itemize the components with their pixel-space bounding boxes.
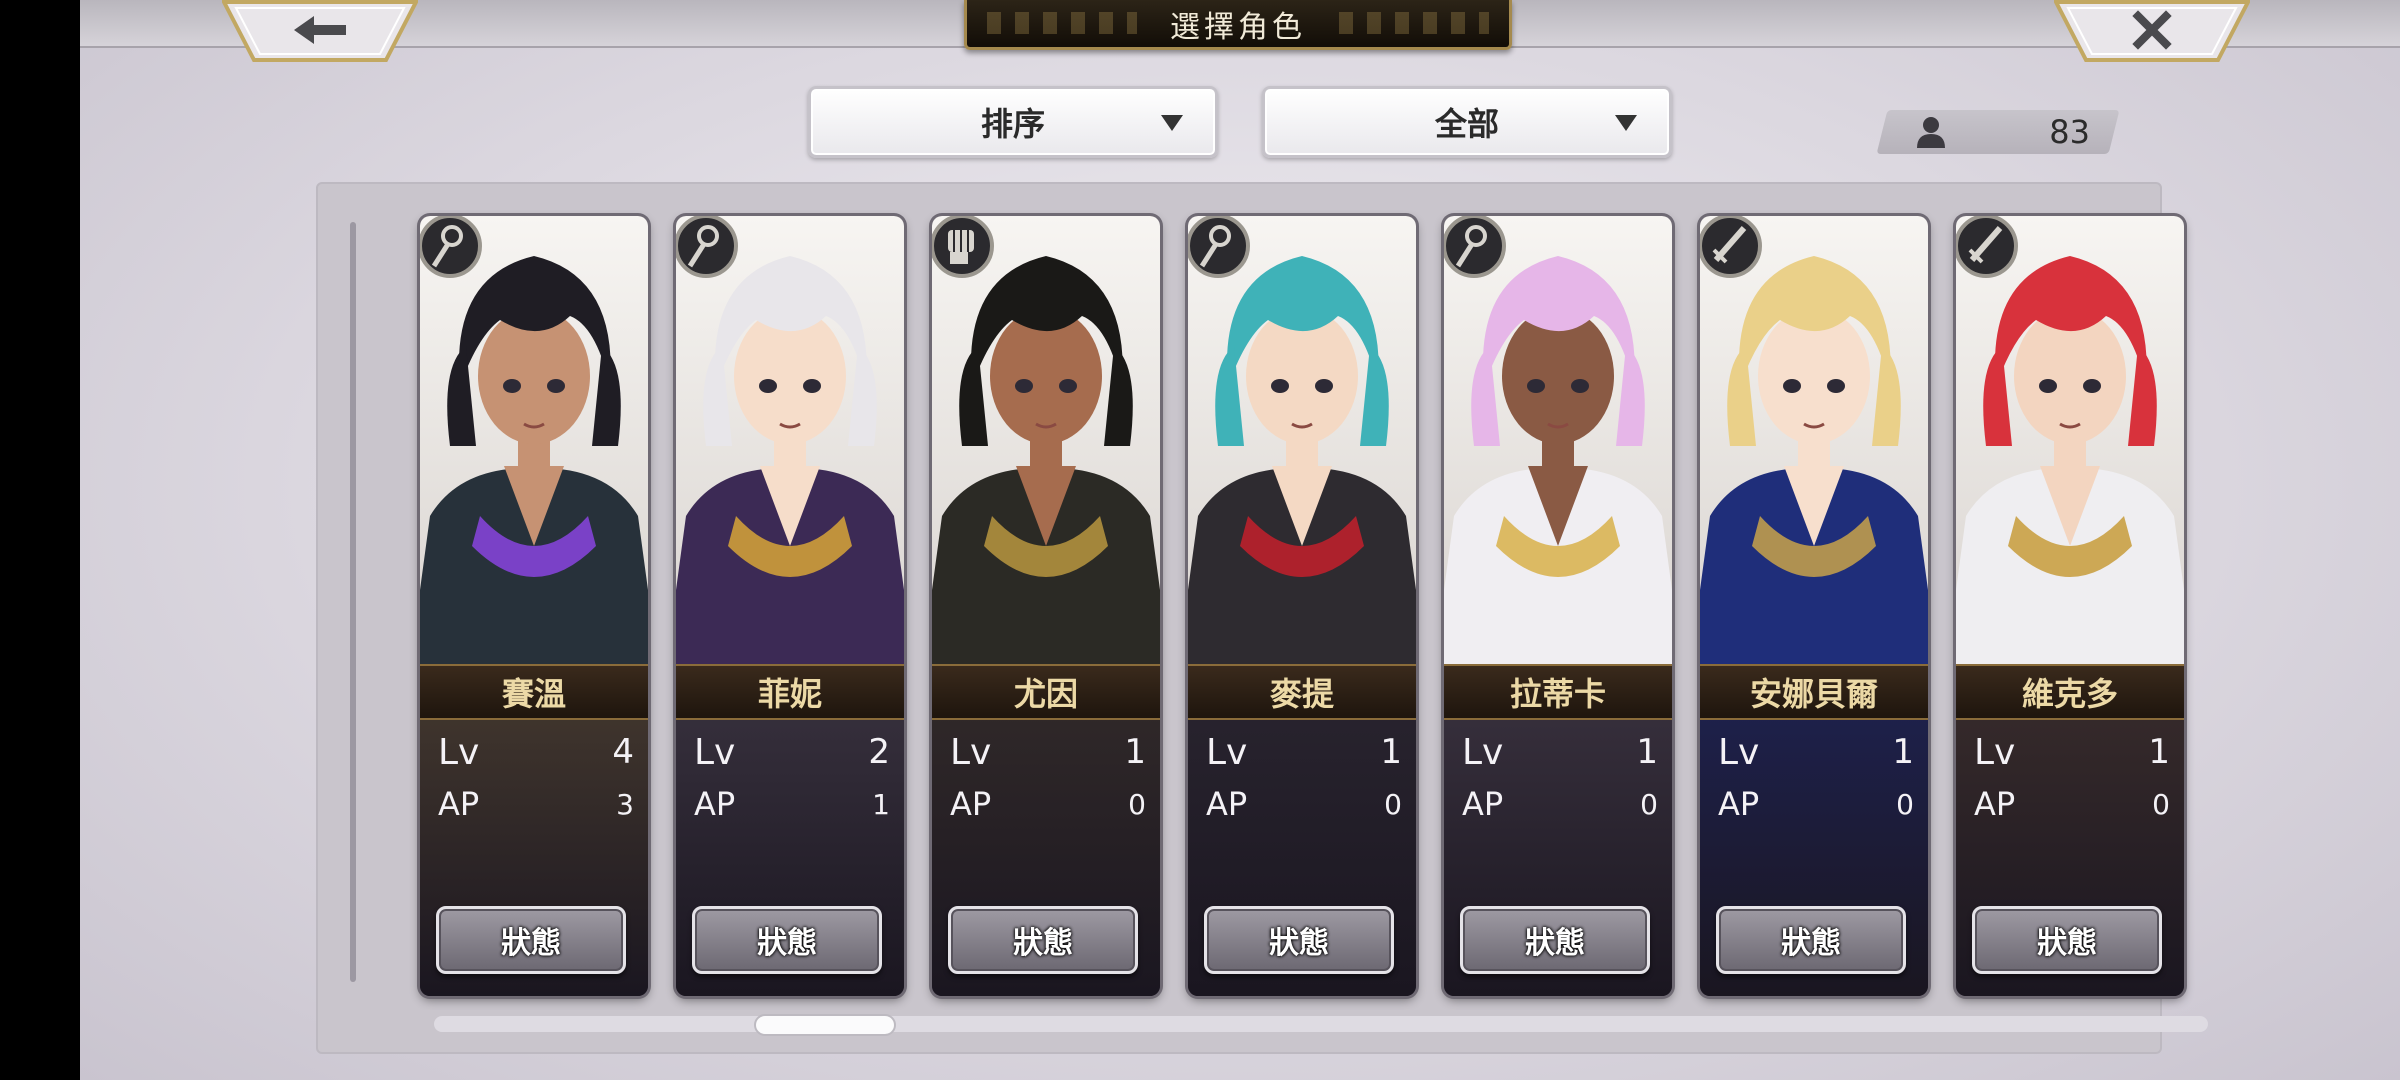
level-value: 2	[868, 732, 890, 772]
level-row: Lv 1	[1718, 730, 1914, 774]
back-button[interactable]	[222, 0, 418, 64]
ap-row: AP 0	[1718, 782, 1914, 826]
ap-label: AP	[950, 785, 992, 823]
character-name: 安娜貝爾	[1700, 664, 1928, 720]
sword-icon	[1700, 216, 1766, 282]
level-value: 4	[612, 732, 634, 772]
level-row: Lv 4	[438, 730, 634, 774]
level-label: Lv	[438, 731, 480, 773]
ap-label: AP	[438, 785, 480, 823]
level-row: Lv 2	[694, 730, 890, 774]
character-portrait	[1956, 216, 2184, 664]
level-label: Lv	[950, 731, 992, 773]
staff-icon	[1444, 216, 1510, 282]
ap-value: 0	[1896, 787, 1914, 821]
character-card[interactable]: 麥提 Lv 1 AP 0 狀態	[1188, 216, 1416, 996]
sword-icon	[1956, 216, 2022, 282]
character-portrait	[1188, 216, 1416, 664]
filter-dropdown-label: 全部	[1434, 105, 1499, 143]
character-card[interactable]: 維克多 Lv 1 AP 0 狀態	[1956, 216, 2184, 996]
character-select-screen: 選擇角色 排序 全部 83 賽溫 Lv 4 AP 3 狀態 菲妮 Lv 2 AP 1 狀態 尤因 Lv 1 A…	[80, 0, 2400, 1080]
level-value: 1	[1124, 732, 1146, 772]
ap-label: AP	[1718, 785, 1760, 823]
close-x-icon	[2054, 0, 2250, 62]
back-arrow-icon	[222, 0, 418, 62]
sort-dropdown[interactable]: 排序	[808, 86, 1218, 158]
ap-value: 0	[1384, 787, 1402, 821]
ap-row: AP 1	[694, 782, 890, 826]
ap-row: AP 0	[950, 782, 1146, 826]
ap-label: AP	[1974, 785, 2016, 823]
status-button[interactable]: 狀態	[436, 906, 626, 974]
level-value: 1	[1380, 732, 1402, 772]
status-button[interactable]: 狀態	[1460, 906, 1650, 974]
character-name: 麥提	[1188, 664, 1416, 720]
fist-icon	[932, 216, 998, 282]
character-card[interactable]: 安娜貝爾 Lv 1 AP 0 狀態	[1700, 216, 1928, 996]
character-portrait	[1700, 216, 1928, 664]
level-value: 1	[1636, 732, 1658, 772]
ap-value: 0	[1128, 787, 1146, 821]
character-card[interactable]: 菲妮 Lv 2 AP 1 狀態	[676, 216, 904, 996]
roster-count-value: 83	[2049, 113, 2090, 151]
level-value: 1	[1892, 732, 1914, 772]
character-name: 菲妮	[676, 664, 904, 720]
ap-row: AP 3	[438, 782, 634, 826]
character-name: 賽溫	[420, 664, 648, 720]
level-value: 1	[2148, 732, 2170, 772]
horizontal-scrollbar[interactable]	[434, 1016, 2208, 1032]
ap-row: AP 0	[1206, 782, 1402, 826]
roster-count: 83	[1882, 110, 2114, 154]
chevron-down-icon	[1615, 115, 1637, 131]
character-name: 維克多	[1956, 664, 2184, 720]
chevron-down-icon	[1161, 115, 1183, 131]
status-button[interactable]: 狀態	[692, 906, 882, 974]
level-row: Lv 1	[950, 730, 1146, 774]
staff-icon	[676, 216, 742, 282]
character-card[interactable]: 賽溫 Lv 4 AP 3 狀態	[420, 216, 648, 996]
character-name: 尤因	[932, 664, 1160, 720]
ap-row: AP 0	[1462, 782, 1658, 826]
sort-dropdown-label: 排序	[980, 105, 1045, 143]
character-card-list[interactable]: 賽溫 Lv 4 AP 3 狀態 菲妮 Lv 2 AP 1 狀態 尤因 Lv 1 AP 0 狀態 麥提 Lv 1 AP 0 狀態…	[380, 210, 2210, 1010]
scrollbar-thumb[interactable]	[754, 1014, 896, 1036]
character-portrait	[1444, 216, 1672, 664]
ap-row: AP 0	[1974, 782, 2170, 826]
ap-value: 3	[616, 787, 634, 821]
character-card[interactable]: 拉蒂卡 Lv 1 AP 0 狀態	[1444, 216, 1672, 996]
ap-label: AP	[1206, 785, 1248, 823]
filter-dropdown[interactable]: 全部	[1262, 86, 1672, 158]
ap-value: 0	[2152, 787, 2170, 821]
character-card[interactable]: 尤因 Lv 1 AP 0 狀態	[932, 216, 1160, 996]
panel-left-rail	[350, 222, 356, 982]
level-row: Lv 1	[1206, 730, 1402, 774]
character-portrait	[932, 216, 1160, 664]
ap-label: AP	[694, 785, 736, 823]
ap-value: 0	[1640, 787, 1658, 821]
character-portrait	[676, 216, 904, 664]
staff-icon	[420, 216, 486, 282]
person-icon	[1917, 117, 1945, 148]
level-label: Lv	[1462, 731, 1504, 773]
status-button[interactable]: 狀態	[948, 906, 1138, 974]
staff-icon	[1188, 216, 1254, 282]
level-label: Lv	[694, 731, 736, 773]
character-portrait	[420, 216, 648, 664]
level-label: Lv	[1974, 731, 2016, 773]
close-button[interactable]	[2054, 0, 2250, 64]
level-label: Lv	[1718, 731, 1760, 773]
status-button[interactable]: 狀態	[1716, 906, 1906, 974]
ap-value: 1	[872, 787, 890, 821]
level-label: Lv	[1206, 731, 1248, 773]
character-name: 拉蒂卡	[1444, 664, 1672, 720]
ap-label: AP	[1462, 785, 1504, 823]
page-title: 選擇角色	[964, 0, 1512, 50]
level-row: Lv 1	[1974, 730, 2170, 774]
level-row: Lv 1	[1462, 730, 1658, 774]
status-button[interactable]: 狀態	[1972, 906, 2162, 974]
status-button[interactable]: 狀態	[1204, 906, 1394, 974]
